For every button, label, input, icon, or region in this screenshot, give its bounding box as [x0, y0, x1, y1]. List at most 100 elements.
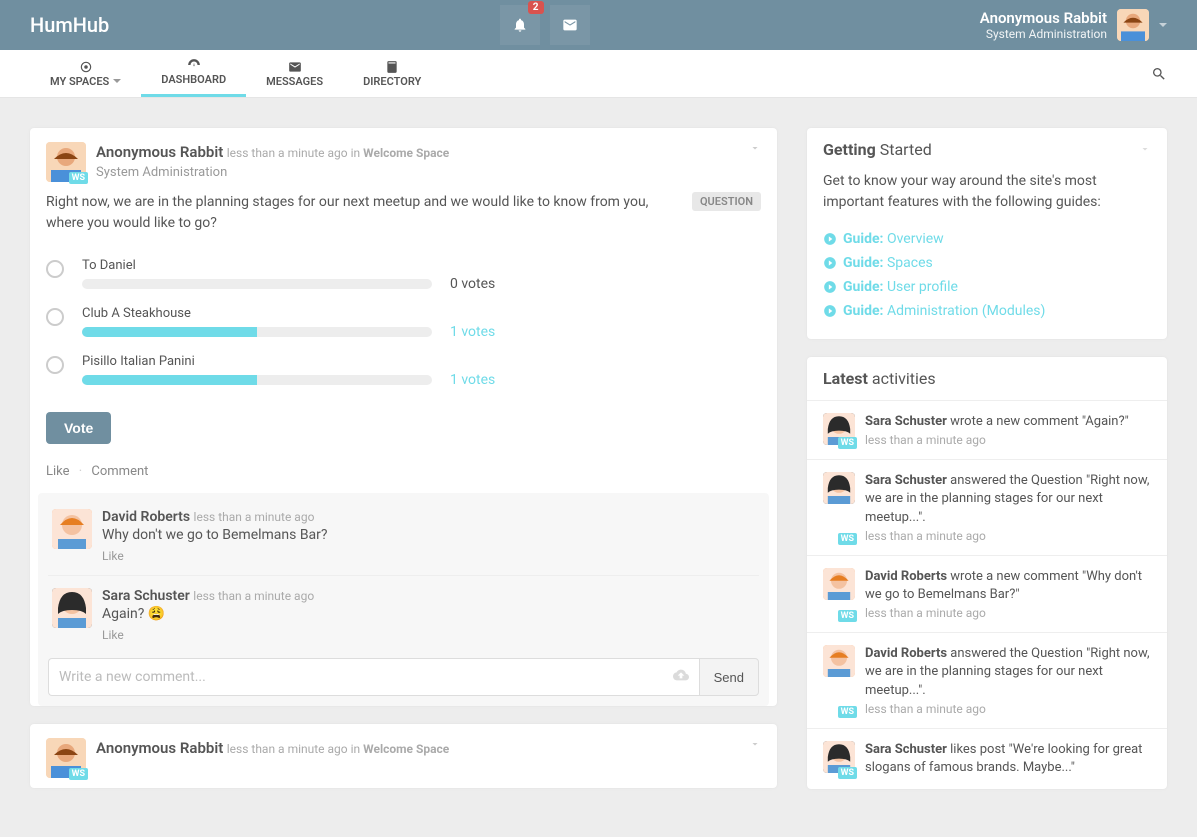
upload-icon[interactable] — [673, 667, 689, 687]
poll-votes[interactable]: 1 votes — [450, 354, 761, 388]
comment-input[interactable]: Write a new comment... — [48, 658, 699, 696]
send-button[interactable]: Send — [699, 658, 759, 696]
getting-started-panel: Getting Started Get to know your way aro… — [807, 128, 1167, 339]
chevron-down-icon[interactable] — [1159, 23, 1167, 27]
poll-option-label: To Daniel — [82, 258, 432, 273]
space-badge: WS — [838, 437, 857, 449]
search-icon — [1151, 66, 1167, 82]
notifications-button[interactable]: 2 — [500, 5, 540, 45]
comment-like[interactable]: Like — [102, 628, 755, 642]
comment-text: Why don't we go to Bemelmans Bar? — [102, 527, 755, 543]
nav-dashboard[interactable]: DASHBOARD — [141, 50, 246, 97]
activity-time: less than a minute ago — [865, 433, 1151, 447]
mail-icon — [562, 17, 578, 33]
poll-bar — [82, 279, 432, 289]
comment-like[interactable]: Like — [102, 549, 755, 563]
nav-directory[interactable]: DIRECTORY — [343, 50, 441, 97]
activity-item[interactable]: WS Sara Schuster answered the Question "… — [807, 459, 1167, 555]
poll-option-label: Club A Steakhouse — [82, 306, 432, 321]
comment-author[interactable]: Sara Schuster — [102, 588, 190, 604]
activity-text: David Roberts answered the Question "Rig… — [865, 645, 1151, 700]
bell-icon — [512, 17, 528, 33]
comment-author[interactable]: David Roberts — [102, 509, 190, 525]
space-badge: WS — [838, 706, 857, 718]
post-time: less than a minute ago in Welcome Space — [227, 742, 450, 756]
activity-item[interactable]: WS David Roberts answered the Question "… — [807, 632, 1167, 728]
guide-link[interactable]: Guide: Overview — [823, 227, 1151, 251]
activity-time: less than a minute ago — [865, 606, 1151, 620]
dashboard-icon — [187, 58, 201, 72]
notification-count-badge: 2 — [528, 1, 544, 14]
activity-time: less than a minute ago — [865, 529, 1151, 543]
activity-item[interactable]: WS Sara Schuster wrote a new comment "Ag… — [807, 400, 1167, 459]
space-badge: WS — [838, 610, 857, 622]
nav-messages[interactable]: MESSAGES — [246, 50, 343, 97]
poll-bar — [82, 327, 432, 337]
comment-text: Again? 😩 — [102, 606, 755, 622]
activity-text: Sara Schuster wrote a new comment "Again… — [865, 413, 1151, 431]
search-button[interactable] — [1151, 50, 1167, 97]
poll-post: WS Anonymous Rabbit less than a minute a… — [30, 128, 777, 706]
activity-text: David Roberts wrote a new comment "Why d… — [865, 568, 1151, 604]
guide-link[interactable]: Guide: User profile — [823, 275, 1151, 299]
avatar — [823, 568, 855, 600]
collapse-toggle[interactable] — [1139, 140, 1151, 159]
avatar[interactable] — [52, 509, 92, 549]
post-2: WS Anonymous Rabbit less than a minute a… — [30, 724, 777, 788]
post-author[interactable]: Anonymous Rabbit — [96, 143, 223, 161]
main-nav: MY SPACES DASHBOARD MESSAGES DIRECTORY — [0, 50, 1197, 98]
post-options[interactable] — [749, 142, 761, 158]
space-badge: WS — [69, 768, 88, 780]
poll-radio[interactable] — [46, 308, 64, 326]
guide-link[interactable]: Guide: Spaces — [823, 251, 1151, 275]
space-badge: WS — [69, 172, 88, 184]
post-time: less than a minute ago in Welcome Space — [227, 146, 450, 160]
latest-activities-panel: Latest activities WS Sara Schuster wrote… — [807, 357, 1167, 789]
play-circle-icon — [823, 232, 837, 246]
question-tag: QUESTION — [692, 192, 761, 211]
post-options[interactable] — [749, 738, 761, 754]
comment-link[interactable]: Comment — [91, 464, 148, 479]
poll-bar — [82, 375, 432, 385]
brand-logo[interactable]: HumHub — [30, 13, 109, 37]
space-badge: WS — [838, 533, 857, 545]
comment: Sara Schuster less than a minute ago Aga… — [48, 575, 759, 648]
avatar[interactable] — [52, 588, 92, 628]
comment-time: less than a minute ago — [194, 510, 315, 524]
topbar: HumHub 2 Anonymous Rabbit System Adminis… — [0, 0, 1197, 50]
poll: To Daniel 0 votes Club A Steakhouse 1 vo… — [30, 248, 777, 388]
guide-link[interactable]: Guide: Administration (Modules) — [823, 299, 1151, 323]
post-text: Right now, we are in the planning stages… — [46, 192, 761, 234]
activity-time: less than a minute ago — [865, 702, 1151, 716]
activity-text: Sara Schuster answered the Question "Rig… — [865, 472, 1151, 527]
nav-my-spaces[interactable]: MY SPACES — [30, 50, 141, 97]
poll-radio[interactable] — [46, 260, 64, 278]
account-menu[interactable]: Anonymous Rabbit System Administration — [980, 9, 1107, 41]
comment-time: less than a minute ago — [193, 589, 314, 603]
caret-icon — [113, 79, 121, 83]
poll-votes: 0 votes — [450, 258, 761, 292]
chevron-down-icon — [749, 738, 761, 750]
vote-button[interactable]: Vote — [46, 412, 111, 444]
avatar — [823, 472, 855, 504]
avatar — [823, 645, 855, 677]
book-icon — [385, 60, 399, 74]
play-circle-icon — [823, 256, 837, 270]
target-icon — [79, 60, 93, 74]
avatar[interactable] — [1117, 9, 1149, 41]
poll-votes[interactable]: 1 votes — [450, 306, 761, 340]
poll-radio[interactable] — [46, 356, 64, 374]
mail-button[interactable] — [550, 5, 590, 45]
like-link[interactable]: Like — [46, 464, 70, 479]
play-circle-icon — [823, 304, 837, 318]
post-author[interactable]: Anonymous Rabbit — [96, 739, 223, 757]
activity-item[interactable]: WS Sara Schuster likes post "We're looki… — [807, 728, 1167, 789]
chevron-down-icon — [749, 142, 761, 154]
post-subtitle: System Administration — [96, 164, 761, 182]
chevron-down-icon — [1139, 143, 1151, 155]
activity-item[interactable]: WS David Roberts wrote a new comment "Wh… — [807, 555, 1167, 632]
mail-icon — [288, 60, 302, 74]
post-actions: Like · Comment — [30, 458, 777, 493]
current-user-role: System Administration — [980, 27, 1107, 41]
play-circle-icon — [823, 280, 837, 294]
